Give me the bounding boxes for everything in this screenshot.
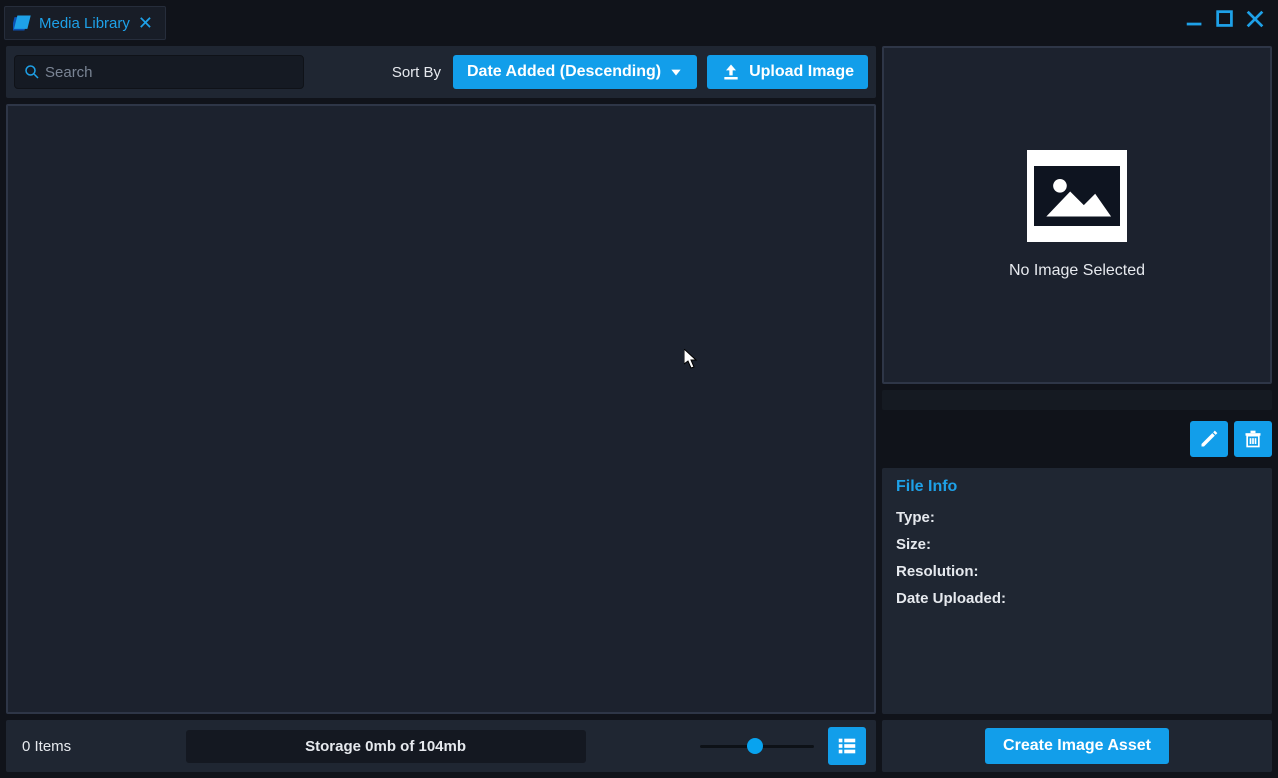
upload-image-button[interactable]: Upload Image — [707, 55, 868, 89]
storage-usage: Storage 0mb of 104mb — [186, 730, 586, 763]
sort-dropdown-value: Date Added (Descending) — [467, 63, 661, 81]
library-icon — [13, 13, 33, 33]
file-info-heading: File Info — [896, 478, 1258, 496]
close-window-button[interactable] — [1244, 8, 1266, 30]
close-icon[interactable]: ✕ — [136, 14, 155, 32]
titlebar: Media Library ✕ — [0, 0, 1278, 46]
window-controls — [1184, 6, 1274, 30]
list-view-icon — [836, 735, 858, 757]
create-row: Create Image Asset — [882, 720, 1272, 772]
slider-thumb[interactable] — [747, 738, 763, 754]
status-bar: 0 Items Storage 0mb of 104mb — [6, 720, 876, 772]
pencil-icon — [1199, 429, 1219, 449]
file-info-size: Size: — [896, 531, 1258, 558]
items-count: 0 Items — [16, 738, 71, 755]
view-mode-toggle[interactable] — [828, 727, 866, 765]
mountain-photo-icon — [1042, 171, 1112, 221]
create-button-label: Create Image Asset — [1003, 737, 1151, 754]
search-input[interactable] — [45, 64, 295, 81]
search-icon — [23, 63, 41, 81]
file-info-type: Type: — [896, 504, 1258, 531]
sort-dropdown[interactable]: Date Added (Descending) — [453, 55, 697, 89]
tab-media-library[interactable]: Media Library ✕ — [4, 6, 166, 40]
maximize-button[interactable] — [1214, 8, 1236, 30]
details-column: No Image Selected — [882, 46, 1272, 772]
delete-button[interactable] — [1234, 421, 1272, 457]
chevron-down-icon — [669, 65, 683, 79]
preview-actions — [882, 416, 1272, 462]
create-image-asset-button[interactable]: Create Image Asset — [985, 728, 1169, 764]
upload-button-label: Upload Image — [749, 63, 854, 81]
preview-empty-label: No Image Selected — [1009, 262, 1145, 280]
thumbnail-size-slider[interactable] — [700, 736, 814, 756]
image-placeholder-icon — [1027, 150, 1127, 242]
minimize-button[interactable] — [1184, 8, 1206, 30]
file-info-resolution: Resolution: — [896, 558, 1258, 585]
edit-button[interactable] — [1190, 421, 1228, 457]
preview-panel: No Image Selected — [882, 46, 1272, 384]
library-grid[interactable] — [6, 104, 876, 714]
file-info-date: Date Uploaded: — [896, 585, 1258, 612]
selected-name-bar — [882, 390, 1272, 410]
main-column: Sort By Date Added (Descending) Upload I… — [6, 46, 876, 772]
tab-title: Media Library — [39, 15, 130, 32]
search-field[interactable] — [14, 55, 304, 89]
toolbar: Sort By Date Added (Descending) Upload I… — [6, 46, 876, 98]
media-library-window: Media Library ✕ — [0, 0, 1278, 778]
file-info-panel: File Info Type: Size: Resolution: Date U… — [882, 468, 1272, 714]
sort-by-label: Sort By — [392, 64, 441, 81]
upload-icon — [721, 62, 741, 82]
trash-icon — [1243, 429, 1263, 449]
